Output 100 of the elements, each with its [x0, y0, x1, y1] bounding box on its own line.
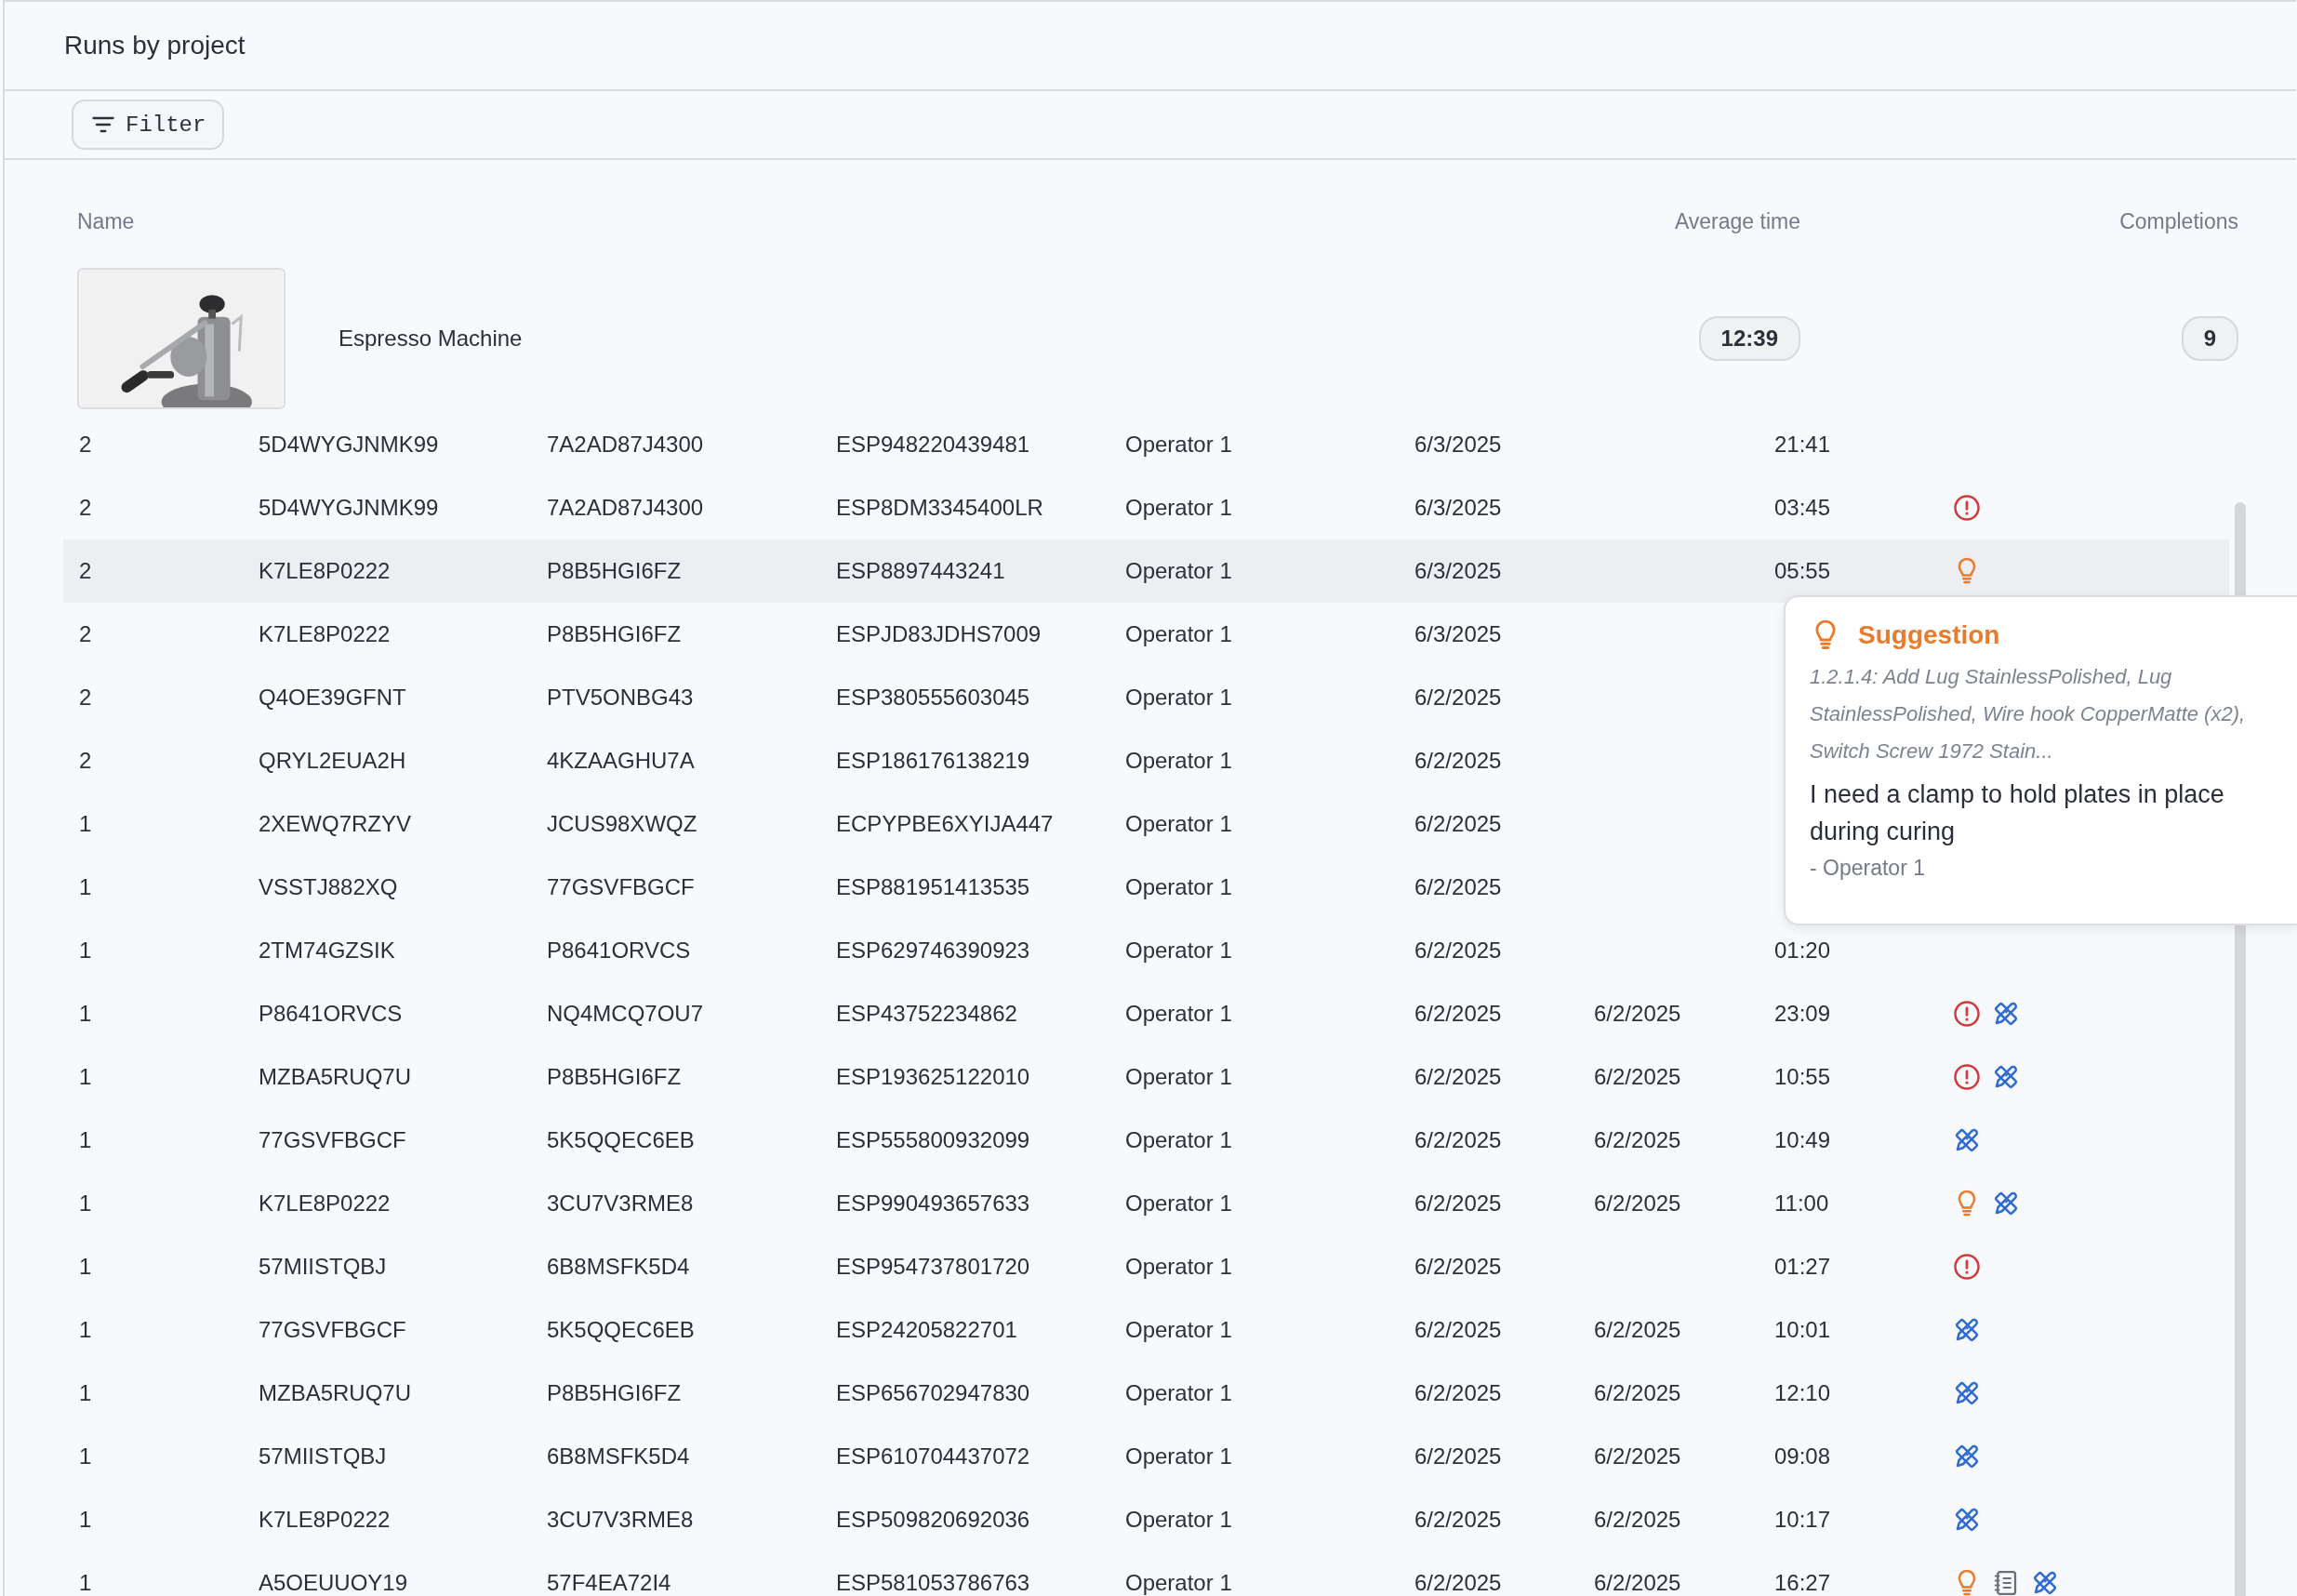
table-cell: 6/2/2025 — [1414, 1001, 1502, 1026]
table-cell: P8B5HGI6FZ — [547, 558, 682, 583]
table-cell: QRYL2EUA2H — [259, 748, 406, 773]
table-cell: 57MIISTQBJ — [259, 1443, 387, 1469]
table-cell: 2 — [79, 495, 92, 520]
table-cell: 10:49 — [1774, 1127, 1831, 1152]
table-cell: ESP881951413535 — [836, 874, 1030, 899]
table-cell: 1 — [79, 1001, 92, 1026]
table-cell: 10:55 — [1774, 1064, 1831, 1089]
table-cell: 5D4WYGJNMK99 — [259, 432, 439, 457]
table-cell: 1 — [79, 811, 92, 836]
table-cell: 1 — [79, 1127, 92, 1152]
page-title: Runs by project — [64, 31, 246, 60]
table-cell: MZBA5RUQ7U — [259, 1380, 412, 1405]
table-cell: ESP581053786763 — [836, 1570, 1030, 1595]
table-cell: A5OEUUOY19 — [259, 1570, 408, 1595]
table-cell: Operator 1 — [1125, 621, 1232, 646]
table-cell: 1 — [79, 1570, 92, 1595]
table-cell: ESP8DM3345400LR — [836, 495, 1043, 520]
table-cell: 10:01 — [1774, 1317, 1831, 1342]
table-cell: ESP555800932099 — [836, 1127, 1030, 1152]
table-cell: Operator 1 — [1125, 938, 1232, 963]
table-cell: 5K5QQEC6EB — [547, 1127, 695, 1152]
table-cell: 6/3/2025 — [1414, 432, 1502, 457]
table-cell: P8641ORVCS — [547, 938, 691, 963]
table-cell: 6/2/2025 — [1414, 1064, 1502, 1089]
table-cell: 3CU7V3RME8 — [547, 1190, 694, 1216]
table-cell: 6/2/2025 — [1414, 1507, 1502, 1532]
table-cell: 1 — [79, 1317, 92, 1342]
project-name[interactable]: Espresso Machine — [339, 326, 523, 352]
table-cell: 1 — [79, 1380, 92, 1405]
table-cell: ESP380555603045 — [836, 685, 1030, 710]
table-cell: ESP43752234862 — [836, 1001, 1017, 1026]
author-label: - Operator 1 — [1810, 856, 1926, 881]
table-cell: Operator 1 — [1125, 1127, 1232, 1152]
table-cell: 2 — [79, 621, 92, 646]
table-cell: ESP629746390923 — [836, 938, 1030, 963]
average-time-header[interactable]: Average time — [1674, 208, 1800, 233]
table-cell: Operator 1 — [1125, 748, 1232, 773]
table-cell: 2 — [79, 748, 92, 773]
table-cell: 6/2/2025 — [1414, 1570, 1502, 1595]
table-cell: 57MIISTQBJ — [259, 1254, 387, 1279]
table-cell: 6/2/2025 — [1594, 1570, 1681, 1595]
table-cell: 57F4EA72I4 — [547, 1570, 671, 1595]
table-cell: Operator 1 — [1125, 1443, 1232, 1469]
table-cell: NQ4MCQ7OU7 — [547, 1001, 704, 1026]
table-cell: VSSTJ882XQ — [259, 874, 398, 899]
table-cell: JCUS98XWQZ — [547, 811, 697, 836]
table-cell: 21:41 — [1774, 432, 1831, 457]
table-cell: ESP990493657633 — [836, 1190, 1030, 1216]
table-cell: Operator 1 — [1125, 1064, 1232, 1089]
table-cell: 6/2/2025 — [1414, 1317, 1502, 1342]
step-description: 1.2.1.4: Add Lug StainlessPolished, Lug StainlessPolished, Wire hook CopperMatte (x2), Switch Screw 1972 Stain... — [1810, 664, 2247, 765]
table-cell: 6/2/2025 — [1414, 685, 1502, 710]
table-cell: 6/2/2025 — [1594, 1443, 1681, 1469]
table-cell: 6/2/2025 — [1414, 1127, 1502, 1152]
table-cell: ESP656702947830 — [836, 1380, 1030, 1405]
table-cell: 1 — [79, 938, 92, 963]
table-cell: MZBA5RUQ7U — [259, 1064, 412, 1089]
table-cell: 5D4WYGJNMK99 — [259, 495, 439, 520]
table-cell: 6/2/2025 — [1414, 748, 1502, 773]
table-cell: 6/3/2025 — [1414, 621, 1502, 646]
table-cell: 01:27 — [1774, 1254, 1831, 1279]
table-cell: 77GSVFBGCF — [259, 1317, 406, 1342]
completions-header[interactable]: Completions — [2119, 208, 2238, 233]
table-cell: 10:17 — [1774, 1507, 1831, 1532]
table-cell: Operator 1 — [1125, 1570, 1232, 1595]
table-cell: 2XEWQ7RZYV — [259, 811, 412, 836]
table-cell: ESP509820692036 — [836, 1507, 1030, 1532]
table-cell: 7A2AD87J4300 — [547, 432, 704, 457]
average-time-badge: 12:39 — [1698, 316, 1800, 361]
table-cell: ECPYPBE6XYIJA447 — [836, 811, 1054, 836]
table-cell: ESP610704437072 — [836, 1443, 1030, 1469]
table-cell: 2 — [79, 685, 92, 710]
table-cell: 7A2AD87J4300 — [547, 495, 704, 520]
table-row[interactable]: 2 K7LE8P0222 P8B5HGI6FZ ESP8897443241 Operator 1 6/3/2025 05:55 — [63, 539, 2229, 603]
table-cell: 6/2/2025 — [1414, 874, 1502, 899]
table-cell: 77GSVFBGCF — [259, 1127, 406, 1152]
table-cell: 6/2/2025 — [1594, 1127, 1681, 1152]
filter-button[interactable]: Filter — [72, 100, 225, 150]
table-cell: ESP8897443241 — [836, 558, 1005, 583]
table-cell: Operator 1 — [1125, 1190, 1232, 1216]
table-cell: 6/2/2025 — [1414, 1190, 1502, 1216]
table-cell: 2 — [79, 558, 92, 583]
table-cell: 2TM74GZSIK — [259, 938, 395, 963]
table-cell: P8B5HGI6FZ — [547, 1380, 682, 1405]
completions-badge: 9 — [2181, 316, 2238, 361]
table-cell: Operator 1 — [1125, 432, 1232, 457]
table-cell: 1 — [79, 1064, 92, 1089]
table-cell: 03:45 — [1774, 495, 1831, 520]
table-cell: 5K5QQEC6EB — [547, 1317, 695, 1342]
table-cell: Operator 1 — [1125, 1254, 1232, 1279]
table-cell: 23:09 — [1774, 1001, 1831, 1026]
table-cell: Operator 1 — [1125, 1380, 1232, 1405]
name-header[interactable]: Name — [77, 208, 135, 233]
table-cell: Operator 1 — [1125, 1001, 1232, 1026]
table-cell: 6B8MSFK5D4 — [547, 1443, 690, 1469]
table-cell: K7LE8P0222 — [259, 621, 391, 646]
table-cell: Q4OE39GFNT — [259, 685, 406, 710]
table-cell: 12:10 — [1774, 1380, 1831, 1405]
